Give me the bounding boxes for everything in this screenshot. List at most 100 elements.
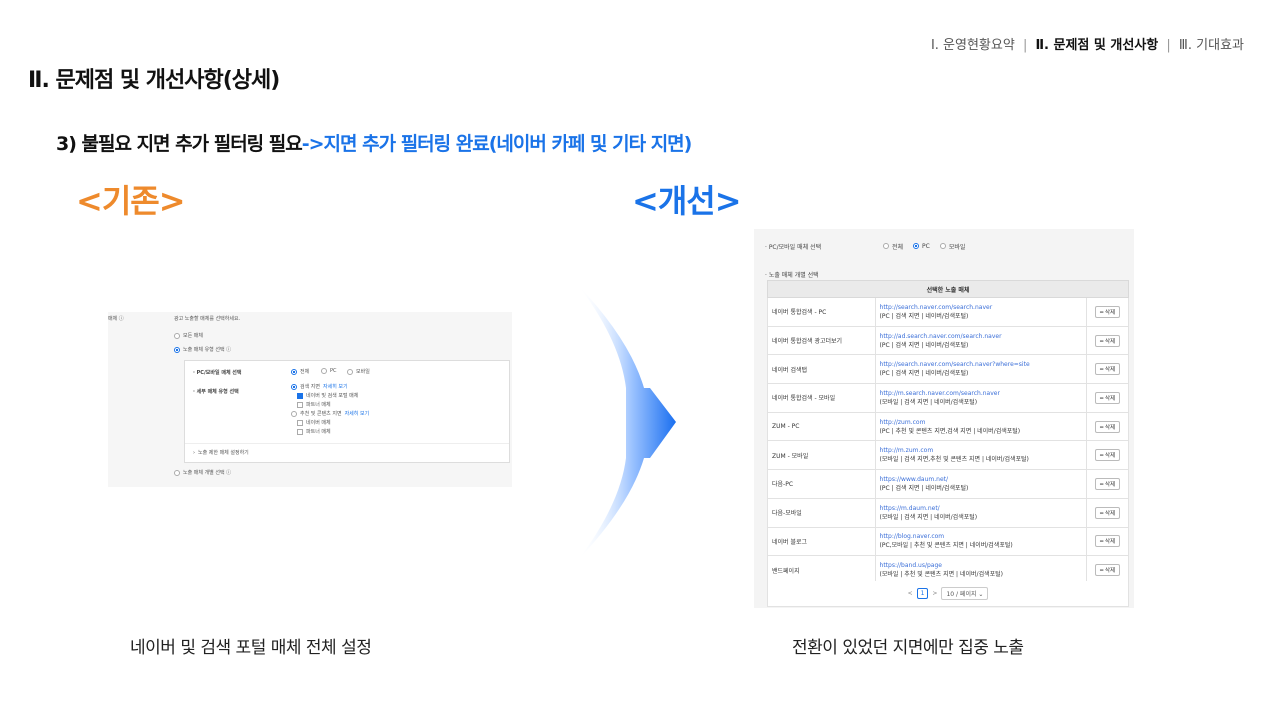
exclude-media-label: 노출 제한 매체 설정하기 — [198, 450, 249, 456]
radio-label: 검색 지면 — [300, 384, 320, 390]
media-name: 네이버 통합검색 - PC — [767, 297, 876, 327]
radio-label: PC — [330, 368, 337, 374]
radio-pc[interactable]: PC — [913, 243, 930, 250]
table-row: 다음-모바일 https://m.daum.net/(모바일 | 검색 지면 | … — [767, 498, 1129, 528]
subtitle-solution: ->지면 추가 필터링 완료(네이버 카페 및 기타 지면) — [301, 133, 693, 155]
media-hint: 광고 노출할 매체를 선택하세요. — [174, 316, 241, 322]
checkbox-partner-2[interactable]: 파트너 매체 — [297, 428, 331, 435]
table-row: ZUM - 모바일 http://m.zum.com (모바일 | 검색 지면,추천… — [767, 440, 1129, 471]
media-url[interactable]: http://search.naver.com/search.naver — [880, 303, 1083, 312]
delete-button[interactable]: ━ 삭제 — [1094, 535, 1121, 548]
media-action: ━ 삭제 — [1086, 469, 1129, 499]
radio-pc[interactable]: PC — [321, 368, 337, 374]
table-row: ZUM - PC http://zum.com (PC | 추천 및 콘텐츠 지면,… — [767, 412, 1129, 442]
page-1-button[interactable]: 1 — [916, 588, 929, 599]
media-desc: (PC | 검색 지면 | 네이버/검색포털) — [879, 484, 969, 492]
media-name: 네이버 블로그 — [767, 527, 876, 557]
checkbox-partner[interactable]: 파트너 매체 — [297, 401, 331, 408]
pagination: < 1 > 10 / 페이지 ⌄ — [767, 581, 1129, 607]
slide-subtitle: 3) 불필요 지면 추가 필터링 필요->지면 추가 필터링 완료(네이버 카페… — [56, 129, 693, 156]
radio-label: 모바일 — [356, 369, 370, 375]
radio-all[interactable]: 전체 — [291, 368, 309, 375]
divider — [185, 443, 509, 444]
checkbox-label: 네이버 및 검색 포털 매체 — [306, 393, 359, 399]
table-row: 네이버 블로그 http://blog.naver.com (PC,모바일 | 추천… — [767, 527, 1129, 557]
detail-link[interactable]: 자세히 보기 — [345, 410, 370, 417]
radio-media-type[interactable]: 노출 매체 유형 선택 ⓘ — [174, 346, 231, 353]
media-info: http://blog.naver.com (PC,모바일 | 추천 및 콘텐츠 … — [874, 527, 1087, 557]
media-url[interactable]: http://m.zum.com — [880, 446, 1083, 455]
radio-label: 모바일 — [948, 243, 966, 251]
media-url[interactable]: http://search.naver.com/search.naver?whe… — [880, 360, 1083, 369]
individual-media-label: · 노출 매체 개별 선택 — [765, 272, 819, 279]
delete-button[interactable]: ━ 삭제 — [1094, 420, 1121, 433]
radio-mobile[interactable]: 모바일 — [347, 368, 370, 375]
media-desc: (PC | 추천 및 콘텐츠 지면,검색 지면 | 네이버/검색포털) — [879, 427, 1021, 435]
detail-link[interactable]: 자세히 보기 — [323, 383, 348, 390]
delete-button[interactable]: ━ 삭제 — [1094, 564, 1121, 577]
delete-button[interactable]: ━ 삭제 — [1094, 391, 1121, 404]
radio-label: 노출 매체 개별 선택 ⓘ — [183, 470, 232, 476]
checkbox-icon — [297, 428, 303, 435]
radio-icon — [321, 368, 327, 374]
delete-button[interactable]: ━ 삭제 — [1094, 506, 1121, 519]
radio-search-page[interactable]: 검색 지면 자세히 보기 — [291, 383, 348, 390]
before-label: <기존> — [76, 182, 186, 220]
media-url[interactable]: http://ad.search.naver.com/search.naver — [880, 332, 1083, 341]
media-action: ━ 삭제 — [1086, 440, 1129, 471]
prev-page-button[interactable]: < — [908, 590, 913, 597]
media-desc: (모바일 | 추천 및 콘텐츠 지면 | 네이버/검색포털) — [879, 571, 1003, 579]
radio-icon — [939, 243, 946, 249]
checkbox-checked-icon — [297, 392, 303, 399]
delete-button[interactable]: ━ 삭제 — [1094, 334, 1121, 347]
media-url[interactable]: http://zum.com — [880, 418, 1083, 427]
exclude-media-toggle[interactable]: › 노출 제한 매체 설정하기 — [193, 449, 249, 457]
delete-button[interactable]: ━ 삭제 — [1094, 449, 1121, 462]
media-name: 네이버 검색탭 — [767, 354, 876, 385]
radio-mobile[interactable]: 모바일 — [939, 242, 966, 251]
media-url[interactable]: http://m.search.naver.com/search.naver — [880, 389, 1083, 398]
delete-button[interactable]: ━ 삭제 — [1094, 305, 1121, 318]
radio-icon — [883, 243, 889, 249]
radio-selected-icon — [174, 346, 180, 353]
table-row: 네이버 통합검색 - 모바일 http://m.search.naver.com/… — [767, 383, 1129, 413]
radio-content-page[interactable]: 추천 및 콘텐츠 지면 자세히 보기 — [291, 410, 369, 417]
pc-mobile-selector: · PC/모바일 매체 선택 전체 PC 모바일 — [765, 239, 1134, 253]
page-title: Ⅱ. 문제점 및 개선사항(상세) — [28, 68, 280, 93]
after-caption: 전환이 있었던 지면에만 집중 노출 — [792, 638, 1024, 658]
media-info: https://www.daum.net/(PC | 검색 지면 | 네이버/검… — [874, 469, 1087, 499]
media-url[interactable]: https://www.daum.net/ — [880, 475, 1083, 484]
next-page-button[interactable]: > — [932, 590, 937, 597]
media-desc: (PC | 검색 지면 | 네이버/검색포털) — [879, 312, 969, 320]
page-size-select[interactable]: 10 / 페이지 ⌄ — [941, 587, 989, 600]
detail-type-label: · 세부 매체 유형 선택 — [193, 389, 239, 395]
checkbox-naver-media[interactable]: 네이버 매체 — [297, 419, 331, 426]
media-url[interactable]: https://m.daum.net/ — [880, 504, 1083, 513]
delete-button[interactable]: ━ 삭제 — [1094, 477, 1121, 490]
media-action: ━ 삭제 — [1086, 326, 1129, 356]
radio-icon — [174, 469, 180, 476]
media-info: http://search.naver.com/search.naver (PC … — [874, 297, 1087, 327]
media-desc: (모바일 | 검색 지면 | 네이버/검색포털) — [879, 398, 978, 406]
media-url[interactable]: https://band.us/page — [880, 561, 1083, 570]
media-url[interactable]: http://blog.naver.com — [880, 532, 1083, 541]
media-action: ━ 삭제 — [1086, 498, 1129, 528]
media-name: 네이버 통합검색 - 모바일 — [767, 383, 876, 413]
radio-individual-media[interactable]: 노출 매체 개별 선택 ⓘ — [174, 469, 231, 476]
radio-all-media[interactable]: 모든 매체 — [174, 332, 203, 339]
media-info: http://search.naver.com/search.naver?whe… — [874, 354, 1087, 385]
media-desc: (모바일 | 검색 지면 | 네이버/검색포털) — [879, 513, 978, 521]
media-info: http://ad.search.naver.com/search.naver(… — [874, 326, 1087, 356]
media-action: ━ 삭제 — [1086, 297, 1129, 327]
transition-arrow-icon — [578, 285, 676, 560]
radio-all[interactable]: 전체 — [883, 242, 903, 251]
media-info: http://m.search.naver.com/search.naver (모… — [874, 383, 1087, 413]
selected-media-table: 선택한 노출 매체 네이버 통합검색 - PC http://search.nav… — [767, 280, 1129, 585]
pc-mobile-label: · PC/모바일 매체 선택 — [193, 370, 242, 376]
table-row: 네이버 통합검색 광고더보기 http://ad.search.naver.com… — [767, 326, 1129, 356]
checkbox-naver-search[interactable]: 네이버 및 검색 포털 매체 — [297, 392, 358, 399]
radio-icon — [347, 368, 353, 375]
media-desc: (PC | 검색 지면 | 네이버/검색포털) — [879, 370, 969, 378]
delete-button[interactable]: ━ 삭제 — [1094, 363, 1121, 376]
radio-label: PC — [922, 242, 930, 250]
